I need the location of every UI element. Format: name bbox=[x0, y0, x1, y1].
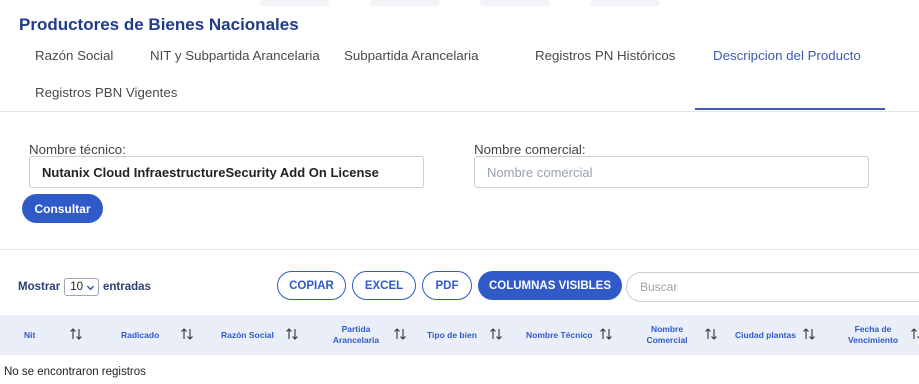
column-header-radicado[interactable]: Radicado bbox=[121, 315, 165, 355]
column-header-razon-social[interactable]: Razón Social bbox=[221, 315, 281, 355]
sort-icon[interactable] bbox=[69, 327, 83, 341]
tab-descripcion-producto[interactable]: Descripcion del Producto bbox=[713, 48, 861, 63]
consultar-button[interactable]: Consultar bbox=[22, 194, 103, 223]
tab-razon-social[interactable]: Razón Social bbox=[35, 48, 113, 63]
table-header: Nit Radicado Razón Social Partida Arance… bbox=[0, 315, 919, 355]
sort-icon[interactable] bbox=[599, 327, 613, 341]
sort-icon[interactable] bbox=[489, 327, 503, 341]
column-label: Nit bbox=[24, 329, 36, 340]
nombre-comercial-input[interactable] bbox=[474, 156, 869, 188]
nombre-tecnico-label: Nombre técnico: bbox=[29, 142, 126, 157]
search-input[interactable] bbox=[626, 272, 919, 302]
excel-button[interactable]: EXCEL bbox=[352, 271, 416, 300]
column-header-nombre-comercial[interactable]: Nombre Comercial bbox=[643, 315, 691, 355]
page-size-select[interactable]: 10 bbox=[64, 278, 99, 296]
nombre-tecnico-input[interactable] bbox=[29, 156, 424, 188]
column-label: Razón Social bbox=[221, 329, 274, 340]
page-title: Productores de Bienes Nacionales bbox=[19, 15, 299, 34]
top-decoration bbox=[0, 0, 919, 10]
column-header-fecha-vencimiento[interactable]: Fecha de Vencimiento bbox=[842, 315, 904, 355]
tab-nit-subpartida[interactable]: NIT y Subpartida Arancelaria bbox=[150, 48, 320, 63]
tab-registros-pn-historicos[interactable]: Registros PN Históricos bbox=[535, 48, 675, 63]
column-label: Tipo de bien bbox=[427, 329, 477, 340]
column-header-tipo-de-bien[interactable]: Tipo de bien bbox=[427, 315, 487, 355]
sort-icon[interactable] bbox=[180, 327, 194, 341]
sort-icon[interactable] bbox=[704, 327, 718, 341]
tab-subpartida-arancelaria[interactable]: Subpartida Arancelaria bbox=[344, 48, 479, 63]
sort-icon[interactable] bbox=[285, 327, 299, 341]
column-label: Ciudad plantas bbox=[735, 329, 796, 340]
show-prefix-label: Mostrar bbox=[18, 281, 61, 293]
empty-table-message: No se encontraron registros bbox=[4, 366, 146, 378]
column-label: Radicado bbox=[121, 329, 160, 340]
column-label: Fecha de Vencimiento bbox=[847, 324, 899, 345]
active-tab-indicator bbox=[695, 108, 885, 110]
column-header-partida-arancelaria[interactable]: Partida Arancelaria bbox=[328, 315, 384, 355]
column-header-nit[interactable]: Nit bbox=[24, 315, 54, 355]
sort-icon[interactable] bbox=[802, 327, 816, 341]
column-label: Nombre Técnico bbox=[526, 329, 593, 340]
pdf-button[interactable]: PDF bbox=[422, 271, 472, 300]
show-suffix-label: entradas bbox=[102, 281, 151, 293]
sort-icon[interactable] bbox=[393, 327, 407, 341]
tab-registros-pbn-vigentes[interactable]: Registros PBN Vigentes bbox=[35, 85, 177, 100]
chevron-down-icon bbox=[86, 285, 95, 290]
column-label: Nombre Comercial bbox=[646, 324, 688, 345]
tab-bar: Razón Social NIT y Subpartida Arancelari… bbox=[0, 44, 919, 110]
column-header-nombre-tecnico[interactable]: Nombre Técnico bbox=[526, 315, 598, 355]
page-size-value: 10 bbox=[70, 281, 83, 293]
visible-columns-button[interactable]: COLUMNAS VISIBLES bbox=[478, 271, 622, 300]
nombre-comercial-label: Nombre comercial: bbox=[474, 142, 586, 157]
column-label: Partida Arancelaria bbox=[332, 324, 380, 345]
sort-icon[interactable] bbox=[910, 327, 919, 341]
tabs-divider bbox=[0, 111, 919, 112]
copy-button[interactable]: COPIAR bbox=[277, 271, 346, 300]
section-divider bbox=[0, 249, 919, 250]
page-size-control: Mostrar 10 entradas bbox=[18, 278, 151, 296]
column-header-ciudad-plantas[interactable]: Ciudad plantas bbox=[735, 315, 803, 355]
